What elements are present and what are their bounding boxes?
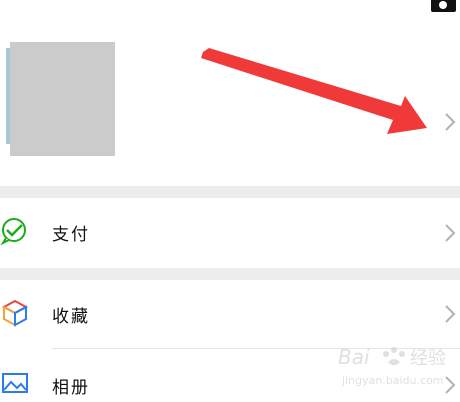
menu-item-label: 收藏 — [52, 307, 90, 327]
annotation-arrow-icon — [201, 48, 427, 134]
svg-text:经验: 经验 — [410, 348, 446, 369]
chevron-right-icon — [445, 305, 456, 323]
section-gap — [0, 186, 460, 198]
menu-item-label: 支付 — [52, 225, 90, 245]
svg-text:Bai: Bai — [338, 345, 370, 369]
avatar[interactable] — [10, 42, 115, 156]
chevron-right-icon — [445, 224, 456, 242]
menu-item-pay[interactable]: 支付 — [0, 198, 460, 268]
section-gap — [0, 268, 460, 280]
menu-item-label: 相册 — [52, 378, 90, 398]
svg-text:jingyan.baidu.com: jingyan.baidu.com — [341, 374, 444, 387]
watermark-logo: Bai 经验 jingyan.baidu.com — [330, 338, 460, 398]
profile-chevron-right-icon — [445, 113, 456, 131]
album-icon — [2, 373, 28, 393]
favorites-cube-icon — [1, 299, 29, 327]
camera-icon[interactable] — [431, 0, 456, 12]
wechat-pay-icon — [0, 218, 26, 246]
